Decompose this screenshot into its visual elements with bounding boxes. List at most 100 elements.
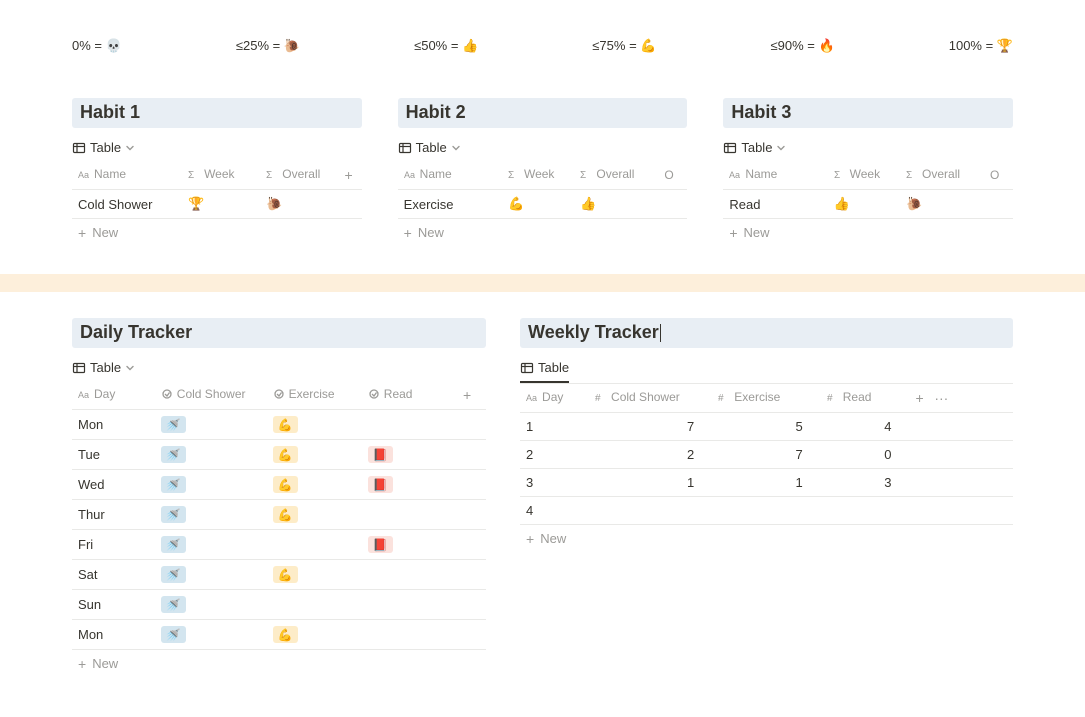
- tag-chip[interactable]: 🚿: [161, 476, 186, 493]
- cell-day[interactable]: Sat: [72, 560, 155, 590]
- cell-week[interactable]: 💪: [502, 190, 574, 219]
- cell-read[interactable]: [362, 500, 457, 530]
- tag-chip[interactable]: 📕: [368, 476, 393, 493]
- new-row-button[interactable]: +New: [72, 650, 486, 677]
- cell-read[interactable]: [362, 410, 457, 440]
- table-row[interactable]: 3113: [520, 469, 1013, 497]
- cell-exercise[interactable]: [712, 497, 820, 525]
- table-row[interactable]: Read 👍 🐌: [723, 190, 1013, 219]
- table-row[interactable]: Sun 🚿: [72, 590, 486, 620]
- cell-cold-shower[interactable]: 🚿: [155, 470, 267, 500]
- cell-exercise[interactable]: 💪: [267, 620, 362, 650]
- tag-chip[interactable]: 💪: [273, 626, 298, 643]
- cell-cold-shower[interactable]: 🚿: [155, 620, 267, 650]
- cell-exercise[interactable]: 💪: [267, 410, 362, 440]
- table-row[interactable]: 4: [520, 497, 1013, 525]
- more-options-button[interactable]: ···: [930, 390, 952, 406]
- new-row-button[interactable]: +New: [723, 219, 1013, 246]
- cell-read[interactable]: 📕: [362, 440, 457, 470]
- new-row-button[interactable]: +New: [398, 219, 688, 246]
- table-row[interactable]: Wed🚿💪📕: [72, 470, 486, 500]
- tag-chip[interactable]: 🚿: [161, 506, 186, 523]
- weekly-view-tab[interactable]: Table: [520, 356, 569, 383]
- cell-cold-shower[interactable]: [589, 497, 712, 525]
- cell-read[interactable]: 4: [821, 413, 910, 441]
- add-column-button[interactable]: +: [344, 167, 352, 183]
- cell-read[interactable]: [362, 560, 457, 590]
- cell-exercise[interactable]: 5: [712, 413, 820, 441]
- cell-day[interactable]: Tue: [72, 440, 155, 470]
- cell-read[interactable]: 📕: [362, 470, 457, 500]
- cell-week[interactable]: 👍: [828, 190, 900, 219]
- habit-2-view-tab[interactable]: Table: [398, 136, 461, 161]
- tag-chip[interactable]: 🚿: [161, 626, 186, 643]
- tag-chip[interactable]: 🚿: [161, 566, 186, 583]
- cell-cold-shower[interactable]: 🚿: [155, 560, 267, 590]
- tag-chip[interactable]: 📕: [368, 536, 393, 553]
- table-row[interactable]: Cold Shower 🏆 🐌: [72, 190, 362, 219]
- cell-overall[interactable]: 🐌: [260, 190, 338, 219]
- cell-day[interactable]: Sun: [72, 590, 155, 620]
- cell-exercise[interactable]: [267, 590, 362, 620]
- tag-chip[interactable]: 🚿: [161, 416, 186, 433]
- cell-name[interactable]: Cold Shower: [72, 190, 182, 219]
- cell-name[interactable]: Read: [723, 190, 827, 219]
- table-row[interactable]: Exercise 💪 👍: [398, 190, 688, 219]
- cell-day[interactable]: 2: [520, 441, 589, 469]
- cell-read[interactable]: 0: [821, 441, 910, 469]
- cell-exercise[interactable]: 💪: [267, 440, 362, 470]
- add-column-button[interactable]: +: [463, 387, 471, 403]
- table-row[interactable]: Fri 🚿 📕: [72, 530, 486, 560]
- weekly-title[interactable]: Weekly Tracker: [520, 318, 1013, 348]
- cell-day[interactable]: 3: [520, 469, 589, 497]
- cell-exercise[interactable]: 💪: [267, 500, 362, 530]
- cell-cold-shower[interactable]: 7: [589, 413, 712, 441]
- cell-exercise[interactable]: [267, 530, 362, 560]
- cell-cold-shower[interactable]: 🚿: [155, 440, 267, 470]
- table-row[interactable]: Sat 🚿 💪: [72, 560, 486, 590]
- cell-read[interactable]: [362, 590, 457, 620]
- cell-exercise[interactable]: 7: [712, 441, 820, 469]
- cell-read[interactable]: 3: [821, 469, 910, 497]
- cell-day[interactable]: Mon: [72, 410, 155, 440]
- cell-day[interactable]: Fri: [72, 530, 155, 560]
- cell-read[interactable]: [362, 620, 457, 650]
- cell-day[interactable]: 4: [520, 497, 589, 525]
- cell-day[interactable]: Mon: [72, 620, 155, 650]
- tag-chip[interactable]: 💪: [273, 416, 298, 433]
- cell-overall[interactable]: 🐌: [900, 190, 984, 219]
- tag-chip[interactable]: 💪: [273, 566, 298, 583]
- tag-chip[interactable]: 💪: [273, 446, 298, 463]
- cell-overall[interactable]: 👍: [574, 190, 658, 219]
- cell-exercise[interactable]: 1: [712, 469, 820, 497]
- table-row[interactable]: 2270: [520, 441, 1013, 469]
- cell-day[interactable]: Thur: [72, 500, 155, 530]
- cell-cold-shower[interactable]: 🚿: [155, 530, 267, 560]
- habit-3-view-tab[interactable]: Table: [723, 136, 786, 161]
- cell-exercise[interactable]: 💪: [267, 560, 362, 590]
- cell-name[interactable]: Exercise: [398, 190, 502, 219]
- cell-cold-shower[interactable]: 1: [589, 469, 712, 497]
- cell-cold-shower[interactable]: 🚿: [155, 500, 267, 530]
- new-row-button[interactable]: +New: [72, 219, 362, 246]
- daily-view-tab[interactable]: Table: [72, 356, 135, 381]
- new-row-button[interactable]: +New: [520, 525, 1013, 552]
- cell-exercise[interactable]: 💪: [267, 470, 362, 500]
- table-row[interactable]: Thur 🚿 💪: [72, 500, 486, 530]
- cell-read[interactable]: [821, 497, 910, 525]
- tag-chip[interactable]: 📕: [368, 446, 393, 463]
- cell-read[interactable]: 📕: [362, 530, 457, 560]
- tag-chip[interactable]: 🚿: [161, 596, 186, 613]
- table-row[interactable]: Tue🚿 💪 📕: [72, 440, 486, 470]
- table-row[interactable]: Mon 🚿 💪: [72, 620, 486, 650]
- tag-chip[interactable]: 💪: [273, 476, 298, 493]
- add-column-button[interactable]: +: [915, 390, 923, 406]
- cell-day[interactable]: 1: [520, 413, 589, 441]
- habit-1-view-tab[interactable]: Table: [72, 136, 135, 161]
- table-row[interactable]: Mon 🚿 💪: [72, 410, 486, 440]
- cell-cold-shower[interactable]: 2: [589, 441, 712, 469]
- tag-chip[interactable]: 🚿: [161, 536, 186, 553]
- cell-cold-shower[interactable]: 🚿: [155, 410, 267, 440]
- cell-week[interactable]: 🏆: [182, 190, 260, 219]
- table-row[interactable]: 1754: [520, 413, 1013, 441]
